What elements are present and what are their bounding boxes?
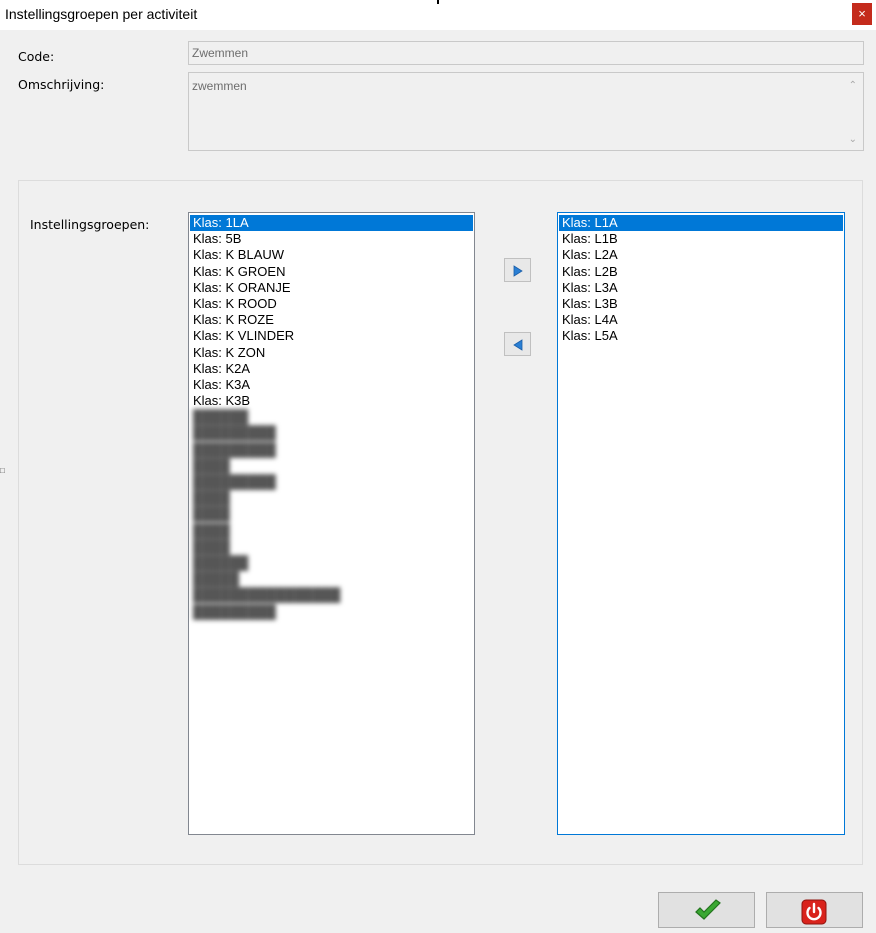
- list-item[interactable]: Klas: L5A: [559, 328, 843, 344]
- list-item[interactable]: Klas: K VLINDER: [190, 328, 473, 344]
- list-item[interactable]: Klas: L1B: [559, 231, 843, 247]
- list-item[interactable]: Klas: 1LA: [190, 215, 473, 232]
- list-item[interactable]: Klas: L4A: [559, 312, 843, 328]
- list-item[interactable]: Klas: K3A: [190, 377, 473, 393]
- move-left-button[interactable]: [504, 332, 531, 356]
- triangle-right-icon: [513, 265, 523, 277]
- omschrijving-value: zwemmen: [192, 79, 247, 93]
- omschrijving-label: Omschrijving:: [18, 77, 105, 92]
- triangle-left-icon: [513, 339, 523, 351]
- window-tick: [437, 0, 439, 4]
- list-item[interactable]: Klas: L2B: [559, 264, 843, 280]
- scroll-down-icon[interactable]: ⌄: [849, 134, 857, 145]
- list-item[interactable]: Klas: K GROEN: [190, 264, 473, 280]
- move-right-button[interactable]: [504, 258, 531, 282]
- list-item[interactable]: Klas: K ZON: [190, 345, 473, 361]
- list-item[interactable]: Klas: K3B: [190, 393, 473, 409]
- close-icon: ×: [858, 6, 866, 21]
- list-item[interactable]: Klas: K2A: [190, 361, 473, 377]
- checkmark-icon: [695, 899, 721, 920]
- list-item[interactable]: Klas: L1A: [559, 215, 843, 232]
- cancel-button[interactable]: [766, 892, 863, 928]
- list-item[interactable]: Klas: K ROOD: [190, 296, 473, 312]
- ok-button[interactable]: [658, 892, 755, 928]
- assigned-groups-list[interactable]: Klas: L1A Klas: L1B Klas: L2A Klas: L2B …: [557, 212, 845, 835]
- list-item[interactable]: Klas: K BLAUW: [190, 247, 473, 263]
- window-title: Instellingsgroepen per activiteit: [5, 6, 198, 22]
- close-button[interactable]: ×: [852, 3, 872, 25]
- code-value: Zwemmen: [192, 46, 249, 60]
- list-item[interactable]: Klas: K ROZE: [190, 312, 473, 328]
- redacted-items: ██████ █████████ █████████ ████ ████████…: [193, 409, 341, 619]
- groups-label: Instellingsgroepen:: [30, 217, 150, 232]
- code-label: Code:: [18, 49, 55, 64]
- list-item[interactable]: Klas: K ORANJE: [190, 280, 473, 296]
- cursor-mark: □: [0, 466, 5, 475]
- list-item[interactable]: Klas: 5B: [190, 231, 473, 247]
- scroll-up-icon[interactable]: ⌃: [849, 80, 857, 91]
- available-groups-list[interactable]: Klas: 1LA Klas: 5B Klas: K BLAUW Klas: K…: [188, 212, 475, 835]
- power-icon: [801, 899, 827, 925]
- omschrijving-field[interactable]: zwemmen ⌃ ⌄: [188, 72, 864, 151]
- list-item[interactable]: Klas: L3A: [559, 280, 843, 296]
- list-item[interactable]: Klas: L2A: [559, 247, 843, 263]
- list-item[interactable]: Klas: L3B: [559, 296, 843, 312]
- code-field[interactable]: Zwemmen: [188, 41, 864, 65]
- title-bar: Instellingsgroepen per activiteit ×: [0, 0, 876, 30]
